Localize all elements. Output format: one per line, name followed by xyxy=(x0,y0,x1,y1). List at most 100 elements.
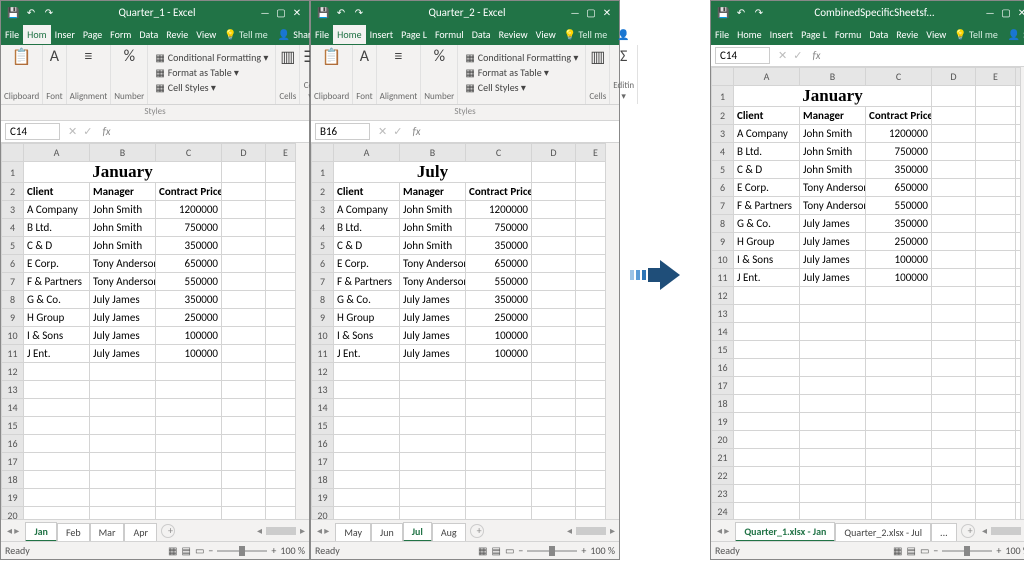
cell[interactable] xyxy=(932,449,976,467)
name-box[interactable]: B16 xyxy=(315,123,370,140)
worksheet-tab[interactable]: Jun xyxy=(371,523,403,541)
cell[interactable]: 350000 xyxy=(466,291,532,309)
cell[interactable] xyxy=(400,435,466,453)
view-normal-icon[interactable]: ▦ xyxy=(893,544,902,557)
row-header-9[interactable]: 9 xyxy=(712,233,734,251)
cell[interactable]: 350000 xyxy=(466,237,532,255)
cell[interactable] xyxy=(24,381,90,399)
undo-icon[interactable]: ↶ xyxy=(25,6,37,19)
cell[interactable] xyxy=(932,485,976,503)
cell[interactable] xyxy=(576,327,606,345)
row-header-5[interactable]: 5 xyxy=(312,237,334,255)
cell[interactable] xyxy=(532,399,576,417)
cell[interactable] xyxy=(976,233,1016,251)
row-header-18[interactable]: 18 xyxy=(712,395,734,413)
zoom-in-icon[interactable]: + xyxy=(581,544,586,557)
cell[interactable] xyxy=(222,363,266,381)
cell[interactable] xyxy=(532,162,576,183)
cell[interactable] xyxy=(266,399,296,417)
cell[interactable] xyxy=(532,309,576,327)
cell[interactable]: 100000 xyxy=(156,345,222,363)
cell[interactable]: John Smith xyxy=(800,161,866,179)
row-header-11[interactable]: 11 xyxy=(712,269,734,287)
title-cell[interactable]: January xyxy=(24,162,222,183)
cell[interactable]: F & Partners xyxy=(24,273,90,291)
cell[interactable] xyxy=(266,381,296,399)
row-header-7[interactable]: 7 xyxy=(2,273,24,291)
row-header-4[interactable]: 4 xyxy=(312,219,334,237)
cell[interactable] xyxy=(576,219,606,237)
cell[interactable] xyxy=(532,489,576,507)
cell[interactable] xyxy=(800,323,866,341)
worksheet-tab[interactable]: Aug xyxy=(432,523,466,541)
row-header-1[interactable]: 1 xyxy=(312,162,334,183)
cell[interactable] xyxy=(266,471,296,489)
cell[interactable]: 1200000 xyxy=(156,201,222,219)
cell[interactable] xyxy=(932,413,976,431)
row-header-3[interactable]: 3 xyxy=(2,201,24,219)
cell[interactable] xyxy=(266,219,296,237)
redo-icon[interactable]: ↷ xyxy=(43,6,55,19)
cell[interactable]: Manager xyxy=(400,183,466,201)
cell[interactable] xyxy=(932,215,976,233)
cell[interactable] xyxy=(266,162,296,183)
cell[interactable]: H Group xyxy=(24,309,90,327)
row-header-1[interactable]: 1 xyxy=(712,86,734,107)
cell[interactable] xyxy=(222,471,266,489)
row-header-12[interactable]: 12 xyxy=(2,363,24,381)
cell[interactable] xyxy=(734,503,800,520)
cell[interactable] xyxy=(976,215,1016,233)
cell[interactable] xyxy=(976,143,1016,161)
cell[interactable] xyxy=(334,381,400,399)
col-header-D[interactable]: D xyxy=(932,68,976,86)
cell[interactable]: Tony Anderson xyxy=(400,273,466,291)
cell[interactable]: A Company xyxy=(334,201,400,219)
title-cell[interactable]: July xyxy=(334,162,532,183)
cell[interactable]: G & Co. xyxy=(334,291,400,309)
row-header-6[interactable]: 6 xyxy=(712,179,734,197)
cell[interactable] xyxy=(266,435,296,453)
row-header-20[interactable]: 20 xyxy=(2,507,24,520)
save-icon[interactable]: 💾 xyxy=(7,6,19,19)
title-cell[interactable]: January xyxy=(734,86,932,107)
cell[interactable]: E Corp. xyxy=(734,179,800,197)
col-header-D[interactable]: D xyxy=(222,144,266,162)
worksheet-grid[interactable]: ABCDE1July2ClientManagerContract Price3A… xyxy=(311,143,605,519)
cell[interactable] xyxy=(532,507,576,520)
zoom-level[interactable]: 100 % xyxy=(1005,544,1024,557)
cell[interactable] xyxy=(576,489,606,507)
row-header-3[interactable]: 3 xyxy=(312,201,334,219)
cell[interactable]: C & D xyxy=(24,237,90,255)
col-header-F[interactable]: F xyxy=(1016,68,1021,86)
vertical-scrollbar[interactable] xyxy=(605,143,619,519)
cell[interactable] xyxy=(156,507,222,520)
ribbon-tab-data[interactable]: Data xyxy=(135,25,162,44)
cell[interactable] xyxy=(1016,161,1021,179)
cell[interactable] xyxy=(576,453,606,471)
zoom-out-icon[interactable]: − xyxy=(518,544,523,557)
enter-fx-icon[interactable]: ✓ xyxy=(393,125,402,138)
cell[interactable]: July James xyxy=(800,215,866,233)
cell[interactable]: 100000 xyxy=(466,345,532,363)
row-header-10[interactable]: 10 xyxy=(2,327,24,345)
cell[interactable] xyxy=(866,305,932,323)
cell[interactable] xyxy=(734,395,800,413)
cell[interactable] xyxy=(222,399,266,417)
close-icon[interactable]: ✕ xyxy=(291,6,303,19)
cell[interactable] xyxy=(576,471,606,489)
row-header-7[interactable]: 7 xyxy=(712,197,734,215)
cell[interactable] xyxy=(1016,251,1021,269)
close-icon[interactable]: ✕ xyxy=(1016,6,1024,19)
cell[interactable] xyxy=(466,453,532,471)
cell[interactable]: Tony Anderson xyxy=(800,197,866,215)
ribbon-tab-revie[interactable]: Revie xyxy=(162,25,192,44)
col-header-E[interactable]: E xyxy=(266,144,296,162)
cell[interactable] xyxy=(734,323,800,341)
minimize-icon[interactable]: — xyxy=(259,6,271,19)
share-button[interactable]: 👤Share xyxy=(1002,25,1024,44)
align-icon[interactable]: ≡ xyxy=(70,47,108,66)
cell[interactable] xyxy=(532,255,576,273)
cell[interactable]: 750000 xyxy=(156,219,222,237)
cell[interactable] xyxy=(576,237,606,255)
add-sheet-button[interactable]: + xyxy=(161,524,175,538)
